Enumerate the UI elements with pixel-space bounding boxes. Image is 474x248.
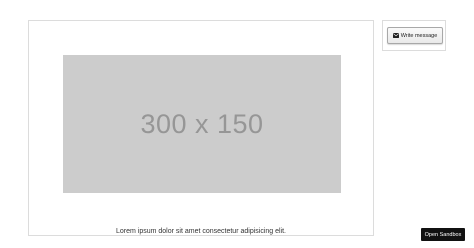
image-caption: Lorem ipsum dolor sit amet consectetur a… bbox=[115, 228, 287, 235]
content-card: 300 x 150 Lorem ipsum dolor sit amet con… bbox=[28, 20, 374, 236]
envelope-icon bbox=[392, 33, 399, 38]
write-message-label: Write message bbox=[400, 32, 438, 39]
write-message-button[interactable]: Write message bbox=[387, 27, 443, 44]
placeholder-image: 300 x 150 bbox=[63, 55, 341, 193]
actions-card: Write message bbox=[382, 20, 446, 51]
placeholder-image-label: 300 x 150 bbox=[140, 108, 264, 139]
page: 300 x 150 Lorem ipsum dolor sit amet con… bbox=[0, 0, 474, 248]
open-sandbox-button[interactable]: Open Sandbox bbox=[421, 228, 465, 241]
